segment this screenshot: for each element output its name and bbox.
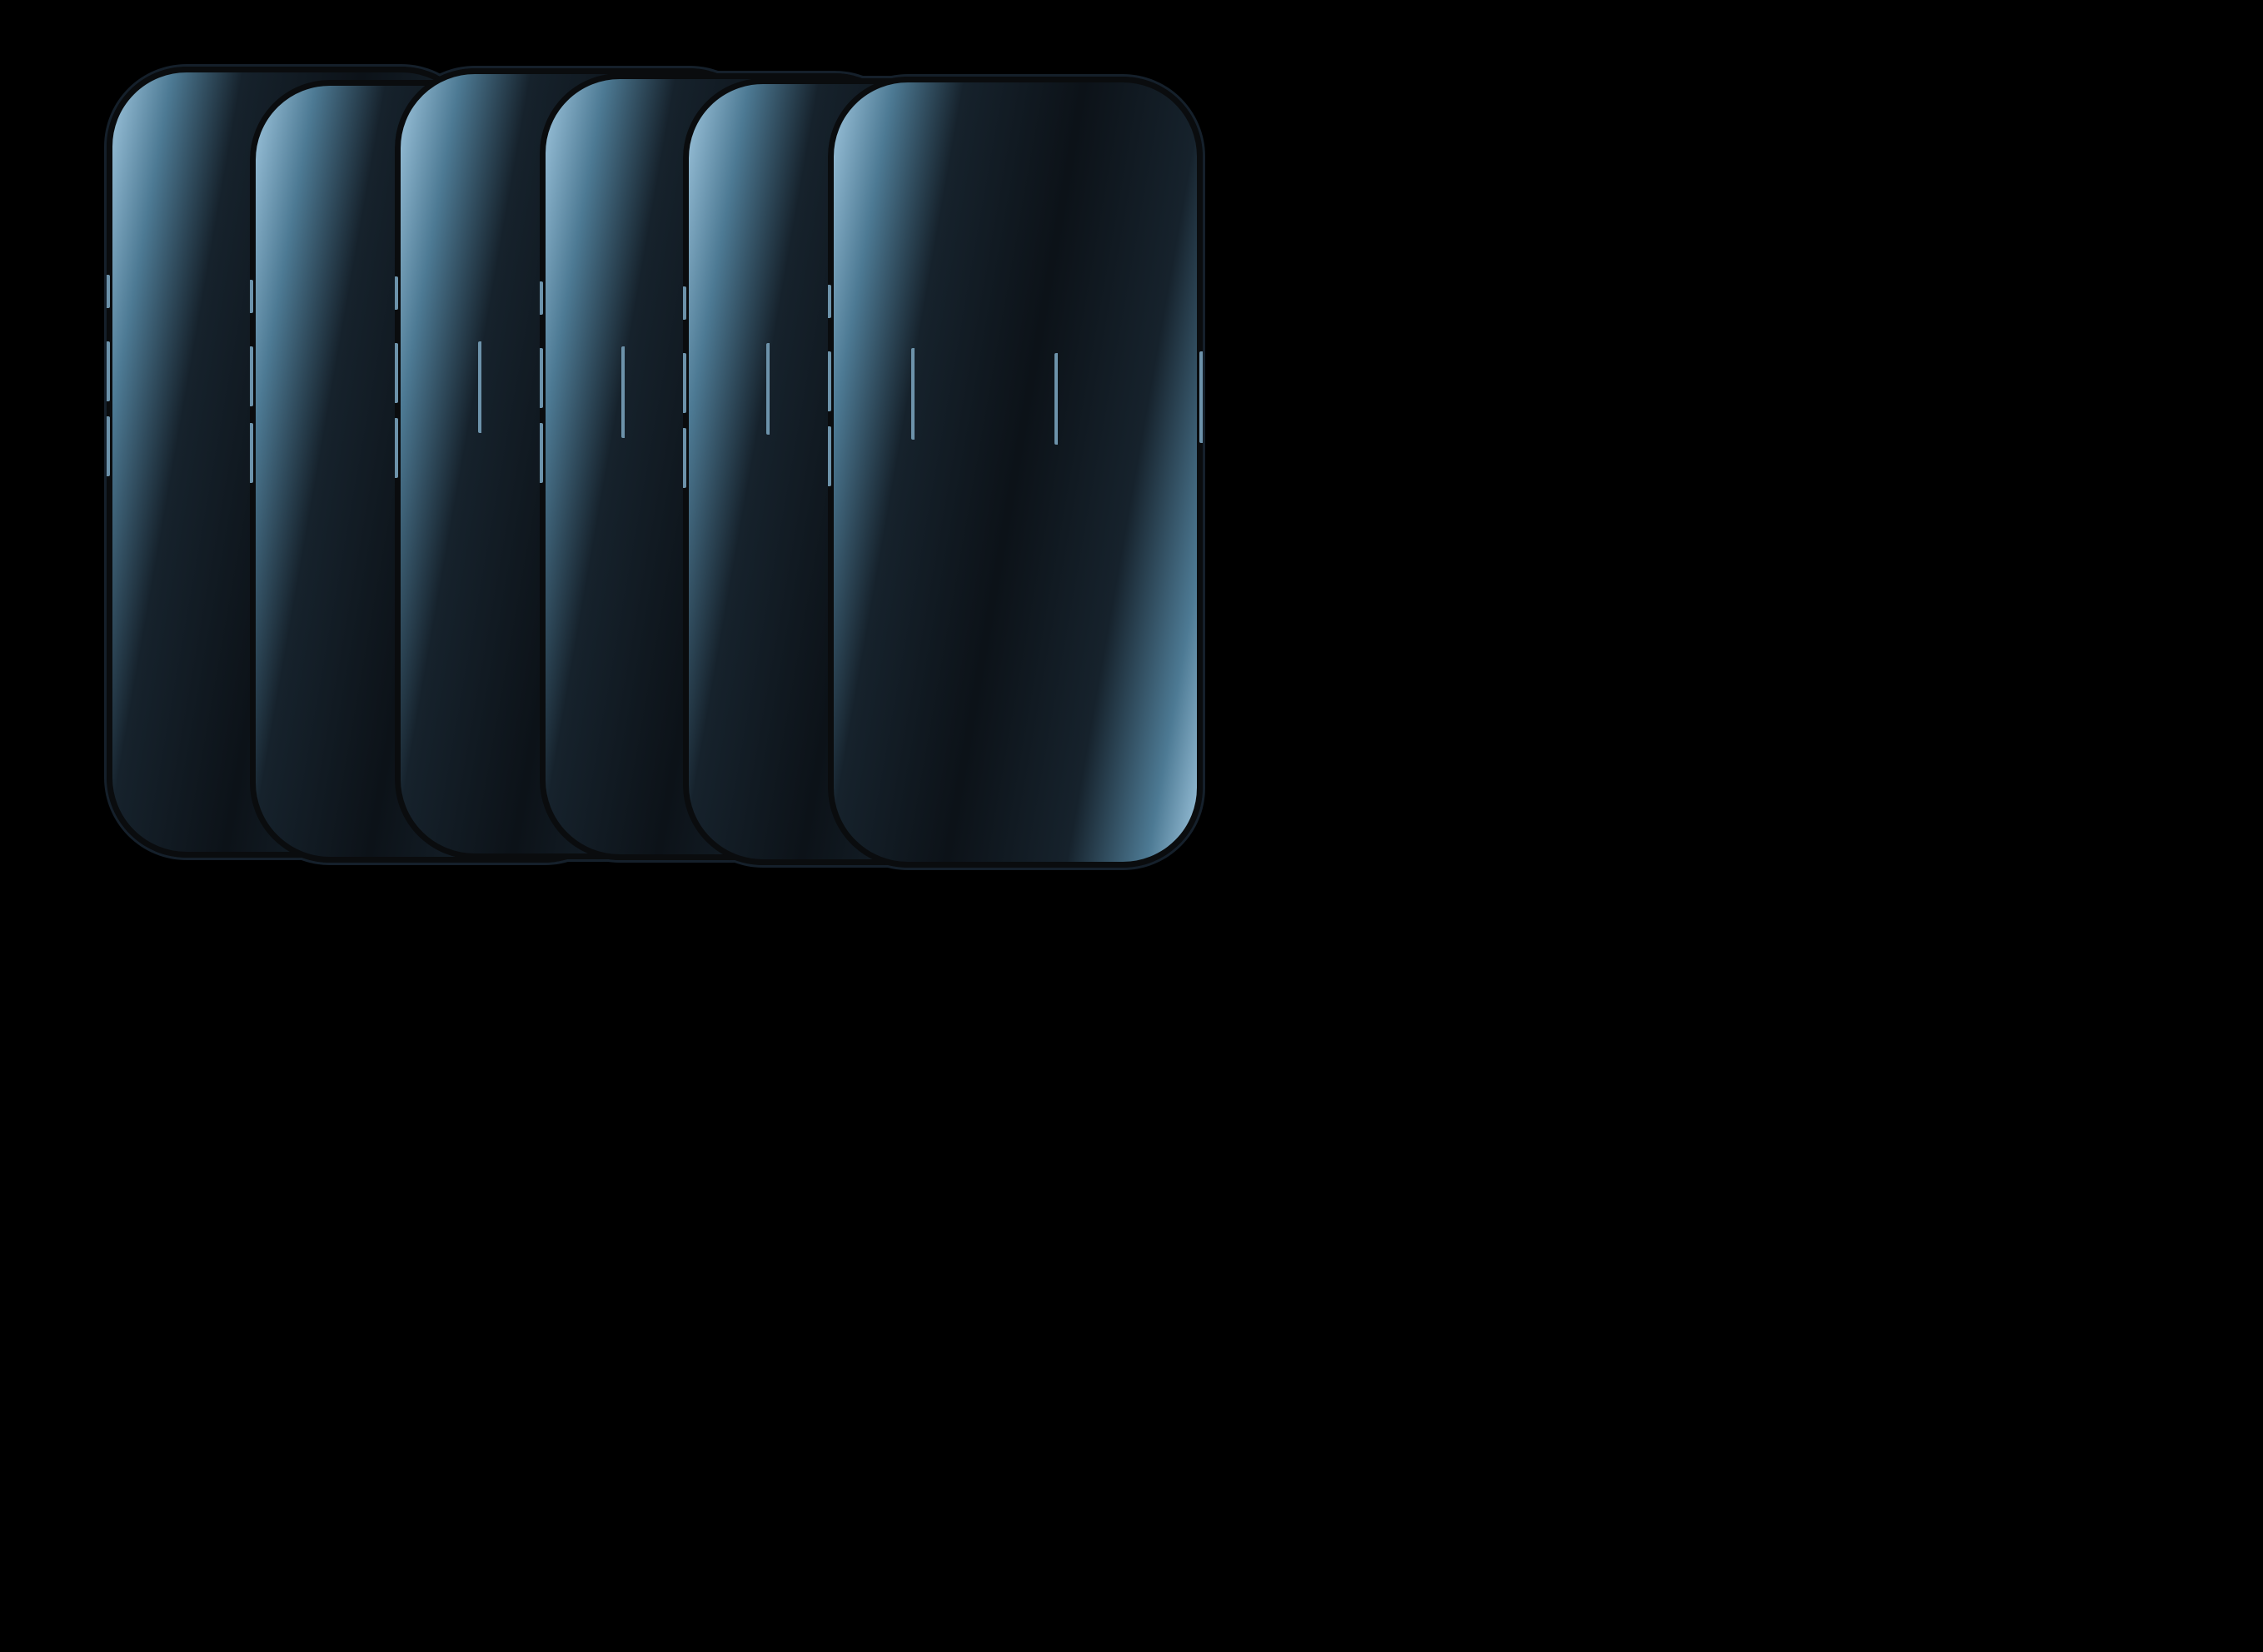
comparison-bar-chart: 0 10 20 30 40 50 60 Your Footprint 57.2 USA 2017… <box>845 268 1186 784</box>
tab-label: About <box>1053 782 1108 805</box>
tab-label: Analysis <box>905 782 984 805</box>
tab-analysis[interactable]: Analysis <box>906 732 984 806</box>
chart-bar-row: Your Footprint 57.2 <box>870 306 1171 359</box>
chart-bar <box>1038 309 1122 356</box>
info-icon <box>1059 732 1101 779</box>
family-icon <box>349 386 386 420</box>
tab-label: Flights <box>292 777 355 800</box>
chart-x-tick: 0 <box>1030 268 1045 296</box>
chart-value-label: 2.5 <box>1050 530 1081 555</box>
chart-bar-row: Paris Target 2040 1.4 <box>845 569 1171 621</box>
tab-settings[interactable]: Settings <box>1111 732 1186 806</box>
chart-value-label: 15.8 <box>1080 372 1123 397</box>
home-indicator <box>936 830 1094 838</box>
chart-category-label: Germany 2017 <box>860 423 1026 451</box>
chart-category-label: USA 2017 <box>913 371 1026 399</box>
chart-category-label: Your Footprint <box>870 318 1026 346</box>
cancel-button[interactable]: Cancel <box>738 183 821 214</box>
chart-x-tick: 60 <box>1157 679 1185 706</box>
chart-x-axis-bottom: 0 10 20 30 40 50 60 <box>1031 679 1185 712</box>
tab-label: Flights <box>582 774 645 798</box>
flights-count: 1 <box>325 391 338 415</box>
airplane-icon <box>302 727 345 774</box>
chart-bar-row: Germany 2017 9.4 <box>861 411 1171 464</box>
chart-value-label: 0.7 <box>1046 634 1078 659</box>
analysis-segmented-control[interactable]: Visualize Compare See Impact <box>845 145 1186 236</box>
organize-button[interactable]: Organize <box>300 182 408 213</box>
chart-plot-area: Your Footprint 57.2 USA 2017 15.8 Germany 20… <box>845 305 1173 674</box>
tab-flights[interactable]: Flights <box>845 732 906 806</box>
chart-bar <box>1038 519 1044 566</box>
chart-value-label: 9.4 <box>1066 425 1097 450</box>
apple-maps-badge:  Maps <box>435 766 522 796</box>
chart-category-label: Paris Target 2050 <box>845 633 1026 661</box>
chart-bar-row: Paris Target 2050 0.7 <box>845 621 1171 674</box>
tab-label: Offsets <box>984 782 1049 805</box>
chart-x-axis-top: 0 10 20 30 40 50 60 <box>1031 268 1185 301</box>
maps-label: Maps <box>436 766 521 795</box>
chart-value-label: 57.2 <box>1129 320 1171 345</box>
airplane-icon <box>591 724 635 771</box>
flights-count: 1 <box>325 564 338 589</box>
chart-x-tick: 60 <box>1157 268 1185 296</box>
tab-offsets[interactable]: Offsets <box>984 732 1049 806</box>
apple-logo-icon:  <box>435 766 454 796</box>
trees-icon <box>995 732 1037 779</box>
chart-bar <box>1038 571 1041 619</box>
screenshot-stage: 11:17 Cancel Roundtrip Oneway Flight Ori… <box>0 0 2263 1652</box>
chart-category-label: WW Average 2017 <box>845 475 1026 504</box>
tab-see-impact[interactable]: See Impact <box>1069 167 1186 215</box>
takeoff-icon <box>280 561 313 592</box>
chart-bar-row: WW Average 2017 4.8 <box>845 464 1171 516</box>
chart-value-label: 1.4 <box>1048 582 1079 607</box>
chart-bar-row: USA 2017 15.8 <box>914 359 1171 411</box>
chart-value-label: 4.8 <box>1055 477 1086 502</box>
chart-bar-row: Paris Target 2030 2.5 <box>845 516 1171 569</box>
tab-visualize[interactable]: Visualize <box>861 167 961 215</box>
dismiss-button[interactable]: Dismiss <box>451 177 545 207</box>
tab-compare[interactable]: Compare <box>960 166 1069 215</box>
family-icon <box>349 560 386 594</box>
phone-analysis-compare: 12:02 Visualize Compare See Impact <box>828 77 1203 868</box>
chart-gridline <box>1171 306 1173 670</box>
chart-category-label: Paris Target 2040 <box>845 580 1026 609</box>
people-count: 1 <box>397 391 411 415</box>
takeoff-icon <box>280 388 313 419</box>
chart-bar <box>1038 466 1049 514</box>
search-icon <box>741 256 770 288</box>
gear-icon <box>1128 732 1169 779</box>
tab-flights[interactable]: Flights <box>267 727 381 801</box>
tab-label: Flights <box>845 782 906 805</box>
chart-x-tick: 0 <box>1030 679 1045 706</box>
tab-flights[interactable]: Flights <box>556 724 670 799</box>
notch <box>890 93 1140 145</box>
chart-bar <box>1038 624 1039 671</box>
tab-about[interactable]: About <box>1049 732 1111 806</box>
chart-category-label: Paris Target 2030 <box>845 528 1026 556</box>
people-count: 2 <box>397 564 411 589</box>
footprints-icon <box>924 732 965 779</box>
cancel-button[interactable]: Cancel <box>167 169 250 200</box>
screen: 12:02 Visualize Compare See Impact <box>845 93 1186 851</box>
tab-label: Settings <box>1110 782 1186 805</box>
airplane-icon <box>855 732 896 779</box>
